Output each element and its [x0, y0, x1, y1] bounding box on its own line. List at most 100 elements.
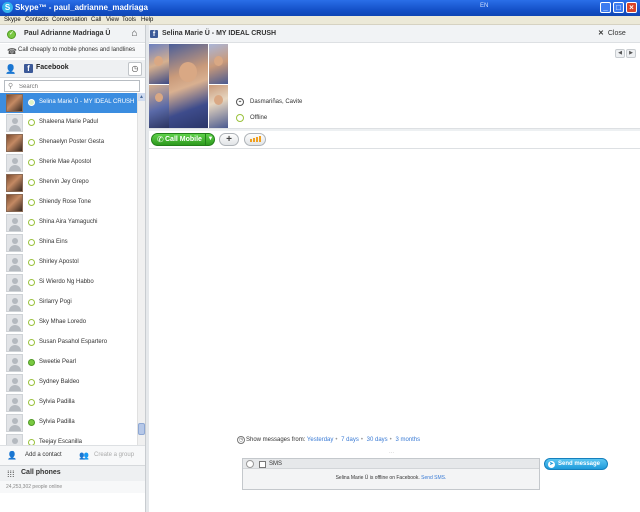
user-bar[interactable]: ✓ Paul Adrianne Madriaga Ü ⌂ [0, 25, 145, 43]
contact-name: Sweetie Pearl [39, 359, 77, 365]
language-indicator[interactable]: EN [480, 3, 488, 9]
promo-text: Call cheaply to mobile phones and landli… [18, 47, 136, 53]
recent-clock-icon[interactable]: ◷ [128, 62, 142, 76]
location-text: Dasmariñas, Cavite [250, 99, 303, 105]
sms-checkbox[interactable] [259, 461, 266, 468]
default-avatar-icon [6, 154, 23, 172]
profile-photo[interactable] [149, 85, 169, 128]
contact-item[interactable]: Sherie Mae Apostol [0, 153, 137, 173]
scroll-up-icon[interactable]: ▲ [138, 93, 145, 101]
prev-arrow-icon[interactable]: ◀ [615, 49, 625, 58]
add-row: 👤 Add a contact 👥 Create a group [0, 445, 145, 465]
contact-item[interactable]: Shina Eins [0, 233, 137, 253]
phone-icon: ✆ [157, 135, 164, 144]
default-avatar-icon [6, 434, 23, 445]
history-30-days-link[interactable]: 30 days [367, 437, 388, 443]
contact-item[interactable]: Sydney Baldeo [0, 373, 137, 393]
contact-name: Sherie Mae Apostol [39, 159, 92, 165]
contact-item[interactable]: Sirlarry Pogi [0, 293, 137, 313]
menu-call[interactable]: Call [91, 16, 101, 24]
contact-status-icon [28, 319, 35, 326]
scroll-thumb[interactable] [138, 423, 145, 435]
menu-conversation[interactable]: Conversation [52, 16, 87, 24]
contact-list-scrollbar[interactable]: ▲ ▼ [137, 93, 145, 471]
menu-view[interactable]: View [106, 16, 119, 24]
contact-name: Shina Eins [39, 239, 68, 245]
profile-photo[interactable] [209, 44, 228, 84]
add-people-button[interactable]: + [219, 133, 239, 146]
minimize-button[interactable]: _ [600, 2, 611, 13]
sms-label: SMS [269, 461, 283, 467]
contact-status-icon [28, 219, 35, 226]
profile-photo-main[interactable] [169, 44, 208, 128]
close-window-button[interactable]: × [626, 2, 637, 13]
history-7-days-link[interactable]: 7 days [341, 437, 359, 443]
next-arrow-icon[interactable]: ▶ [626, 49, 636, 58]
contact-item[interactable]: Sweetie Pearl [0, 353, 137, 373]
contacts-tab-bar: 👤 f Facebook ◷ [0, 60, 145, 78]
contact-item[interactable]: Shirley Apostol [0, 253, 137, 273]
contact-status-icon [28, 299, 35, 306]
call-mobile-button[interactable]: ✆ Call Mobile ▼ [151, 133, 215, 146]
conversation-contact-name: Selina Marie Ü - MY IDEAL CRUSH [162, 30, 277, 37]
call-quality-button[interactable] [244, 133, 266, 146]
offline-status-icon [236, 114, 244, 122]
contact-item[interactable]: Shiendy Rose Tone [0, 193, 137, 213]
profile-photo[interactable] [209, 85, 228, 128]
profile-photos[interactable] [149, 44, 228, 128]
search-input[interactable] [19, 82, 137, 91]
call-phones-label: Call phones [21, 469, 61, 476]
close-conversation-button[interactable]: ✕ Close [598, 29, 626, 37]
message-compose[interactable]: SMS Selina Marie Ü is offline on Faceboo… [242, 458, 540, 490]
dialpad-icon: ⁞⁞⁞ [7, 469, 15, 479]
online-status-icon[interactable]: ✓ [7, 30, 16, 39]
compose-toolbar: SMS [243, 459, 539, 469]
menu-tools[interactable]: Tools [122, 16, 136, 24]
search-box[interactable]: ⚲ [4, 80, 140, 92]
add-contact-button[interactable]: Add a contact [25, 452, 62, 458]
add-contact-icon[interactable]: 👤 [7, 451, 17, 460]
tab-facebook[interactable]: Facebook [36, 64, 69, 71]
person-icon[interactable]: 👤 [5, 64, 16, 74]
contact-item[interactable]: Shina Aira Yamaguchi [0, 213, 137, 233]
contact-status-icon [28, 139, 35, 146]
chevron-down-icon[interactable]: ▼ [205, 134, 215, 145]
contact-item[interactable]: Susan Pasahol Espartero [0, 333, 137, 353]
contact-name: Shenaelyn Poster Gesta [39, 139, 105, 145]
promo-banner[interactable]: ☎ Call cheaply to mobile phones and land… [0, 44, 145, 58]
conversation-header: f Selina Marie Ü - MY IDEAL CRUSH ✕ Close [149, 25, 640, 43]
default-avatar-icon [6, 414, 23, 432]
default-avatar-icon [6, 214, 23, 232]
contact-item[interactable]: Shervin Jey Grepo [0, 173, 137, 193]
send-message-button[interactable]: ➤ Send message [544, 458, 608, 470]
maximize-button[interactable]: □ [613, 2, 624, 13]
profile-photo[interactable] [149, 44, 169, 84]
menu-help[interactable]: Help [141, 16, 153, 24]
default-avatar-icon [6, 334, 23, 352]
contact-list: Selina Marie Ü - MY IDEAL CRUSH Shaleena … [0, 93, 137, 445]
user-name[interactable]: Paul Adrianne Madriaga Ü [24, 30, 110, 37]
history-yesterday-link[interactable]: Yesterday [307, 437, 333, 443]
facebook-icon[interactable]: f [24, 64, 33, 73]
send-message-label: Send message [558, 461, 601, 467]
contact-item[interactable]: Teejay Escanilla [0, 433, 137, 445]
conversation-panel: f Selina Marie Ü - MY IDEAL CRUSH ✕ Close… [149, 25, 640, 512]
contact-name: Susan Pasahol Espartero [39, 339, 108, 345]
contact-item[interactable]: Si Wierdo Ng Habbo [0, 273, 137, 293]
home-icon[interactable]: ⌂ [129, 28, 140, 39]
call-phones-button[interactable]: ⁞⁞⁞ Call phones [0, 465, 145, 481]
contact-item[interactable]: Sylvia Padilla [0, 413, 137, 433]
contact-item[interactable]: Sylvia Padilla [0, 393, 137, 413]
history-3-months-link[interactable]: 3 months [395, 437, 420, 443]
contact-item[interactable]: Sky Mhae Loredo [0, 313, 137, 333]
send-sms-link[interactable]: Send SMS. [421, 475, 446, 481]
menu-skype[interactable]: Skype [4, 16, 21, 24]
send-icon: ➤ [548, 461, 555, 468]
emoticon-icon[interactable] [246, 460, 254, 468]
contact-item[interactable]: Shenaelyn Poster Gesta [0, 133, 137, 153]
contact-item[interactable]: Shaleena Marie Padul [0, 113, 137, 133]
menu-contacts[interactable]: Contacts [25, 16, 49, 24]
contact-name: Sylvia Padilla [39, 399, 75, 405]
close-icon: ✕ [598, 30, 604, 37]
contact-item[interactable]: Selina Marie Ü - MY IDEAL CRUSH [0, 93, 137, 113]
